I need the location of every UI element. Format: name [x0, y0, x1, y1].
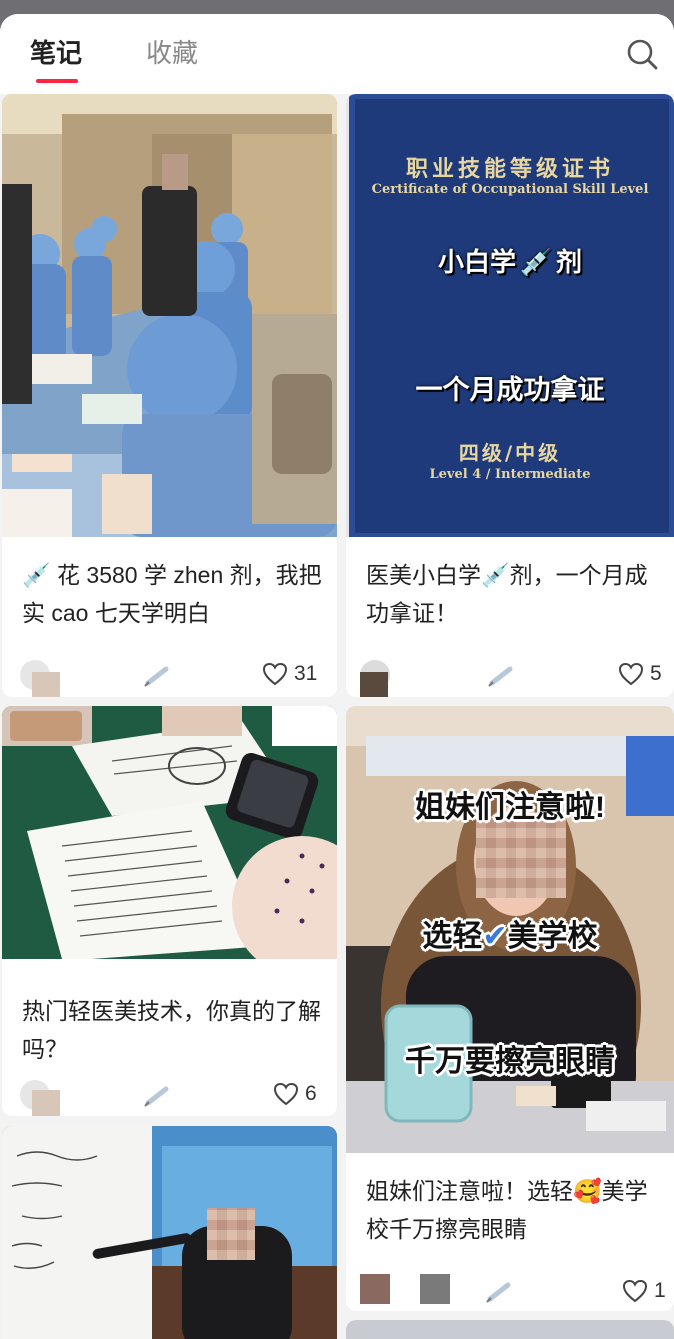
- like-count: 1: [654, 1279, 666, 1302]
- certificate-level-en: Level 4 / Intermediate: [429, 467, 591, 482]
- note-card[interactable]: 职业技能等级证书 Certificate of Occupational Ski…: [346, 94, 674, 697]
- heart-outline-icon: [622, 1279, 648, 1303]
- note-card[interactable]: [346, 1320, 674, 1339]
- note-title[interactable]: 姐妹们注意啦！选轻🥰美学校千万擦亮眼睛: [366, 1172, 660, 1248]
- tab-bar: 笔记 收藏: [0, 14, 674, 94]
- syringe-icon: [486, 1282, 511, 1303]
- tab-favorites[interactable]: 收藏: [146, 36, 198, 70]
- smiling-face-hearts-emoji-icon: 🥰: [573, 1178, 602, 1204]
- note-card[interactable]: 热门轻医美技术，你真的了解吗？ 6: [2, 706, 337, 1116]
- like-button[interactable]: 5: [618, 662, 662, 686]
- like-count: 31: [294, 662, 318, 685]
- syringe-emoji-icon: 💉: [519, 247, 553, 277]
- like-button[interactable]: 6: [273, 1082, 317, 1106]
- active-tab-indicator: [36, 79, 78, 83]
- search-icon[interactable]: [626, 38, 658, 70]
- overlay-line-2: 选轻✔美学校: [422, 920, 598, 953]
- note-cover-image: [2, 1126, 337, 1339]
- certificate-level-cn: 四级/中级: [458, 441, 562, 465]
- syringe-emoji-icon: 💉: [481, 562, 510, 588]
- tab-notes[interactable]: 笔记: [30, 36, 82, 70]
- note-title-text: 花 3580 学 zhen 剂，我把实 cao 七天学明白: [22, 562, 322, 626]
- note-title[interactable]: 热门轻医美技术，你真的了解吗？: [22, 992, 323, 1068]
- note-card[interactable]: [2, 1126, 337, 1339]
- blurred-face: [207, 1208, 255, 1260]
- overlay-line-1: 姐妹们注意啦!: [415, 791, 605, 824]
- note-title[interactable]: 💉 花 3580 学 zhen 剂，我把实 cao 七天学明白: [22, 556, 323, 632]
- like-count: 5: [650, 662, 662, 685]
- note-cover-image: [2, 94, 337, 537]
- note-card[interactable]: 姐妹们注意啦! 选轻✔美学校 千万要擦亮眼睛 姐妹们注意啦！选轻🥰美学校千万擦亮…: [346, 706, 674, 1311]
- note-cover-image: [2, 706, 337, 959]
- overlay-line-2: 一个月成功拿证: [415, 375, 605, 405]
- author-name-blurred[interactable]: [420, 1274, 450, 1304]
- syringe-emoji-icon: 💉: [22, 562, 51, 588]
- like-button[interactable]: 31: [262, 662, 317, 686]
- overlay-line-3: 千万要擦亮眼睛: [405, 1045, 615, 1078]
- author-name-blurred[interactable]: [360, 672, 388, 697]
- syringe-icon: [144, 666, 169, 687]
- overlay-line-1: 小白学 💉 剂: [437, 247, 583, 277]
- certificate-en-title: Certificate of Occupational Skill Level: [371, 182, 649, 197]
- heart-outline-icon: [262, 662, 288, 686]
- author-name-blurred[interactable]: [32, 672, 60, 697]
- note-cover-image: [346, 1320, 674, 1339]
- note-title[interactable]: 医美小白学💉剂，一个月成功拿证！: [366, 556, 660, 632]
- author-name-blurred[interactable]: [32, 1090, 60, 1116]
- note-card[interactable]: 💉 花 3580 学 zhen 剂，我把实 cao 七天学明白 31: [2, 94, 337, 697]
- checkmark-emoji-icon: ✔: [482, 920, 508, 953]
- syringe-icon: [144, 1086, 169, 1107]
- notes-sheet: 笔记 收藏 💉 花 3580 学 zhen 剂，我把实 cao 七天学明白 31…: [0, 14, 674, 1339]
- syringe-icon: [488, 666, 513, 687]
- heart-outline-icon: [618, 662, 644, 686]
- certificate-cn-title: 职业技能等级证书: [405, 156, 614, 182]
- like-button[interactable]: 1: [622, 1279, 666, 1303]
- heart-outline-icon: [273, 1082, 299, 1106]
- like-count: 6: [305, 1082, 317, 1105]
- avatar[interactable]: [360, 1274, 390, 1304]
- blurred-face: [476, 818, 566, 898]
